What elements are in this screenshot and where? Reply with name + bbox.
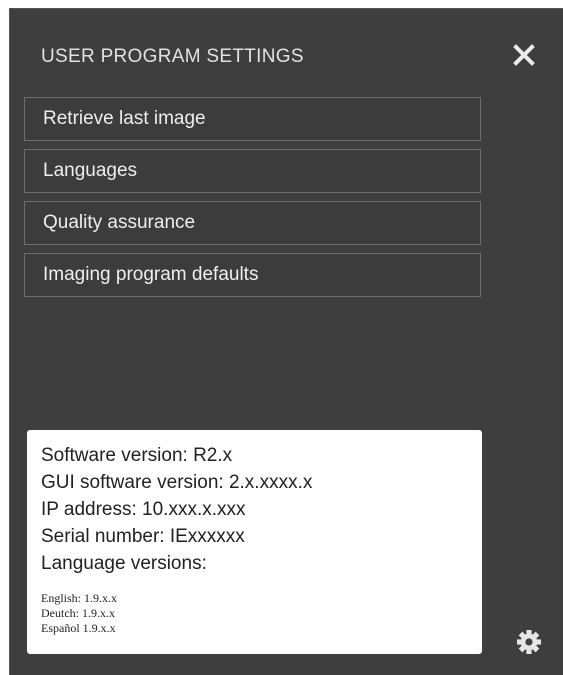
system-info-box: Software version: R2.x GUI software vers…: [27, 430, 482, 654]
panel-title: USER PROGRAM SETTINGS: [41, 46, 304, 67]
gear-icon: [517, 630, 541, 654]
menu-item-imaging-program-defaults[interactable]: Imaging program defaults: [24, 253, 481, 297]
menu-item-retrieve-last-image[interactable]: Retrieve last image: [24, 97, 481, 141]
language-versions-label: Language versions:: [41, 553, 207, 574]
language-version-list: English: 1.9.x.x Deutch: 1.9.x.x Español…: [41, 591, 482, 636]
settings-panel: USER PROGRAM SETTINGS Retrieve last imag…: [9, 8, 563, 675]
close-button[interactable]: [510, 41, 538, 69]
settings-button[interactable]: [515, 628, 543, 656]
language-version-espanol: Español 1.9.x.x: [41, 621, 116, 635]
software-version: Software version: R2.x: [41, 445, 233, 466]
language-version-english: English: 1.9.x.x: [41, 591, 118, 605]
language-version-deutch: Deutch: 1.9.x.x: [41, 606, 115, 620]
ip-address: IP address: 10.xxx.x.xxx: [41, 499, 246, 520]
menu-item-quality-assurance[interactable]: Quality assurance: [24, 201, 481, 245]
menu-item-languages[interactable]: Languages: [24, 149, 481, 193]
serial-number: Serial number: IExxxxxx: [41, 526, 245, 547]
gui-software-version: GUI software version: 2.x.xxxx.x: [41, 472, 313, 493]
close-icon: [513, 44, 535, 66]
